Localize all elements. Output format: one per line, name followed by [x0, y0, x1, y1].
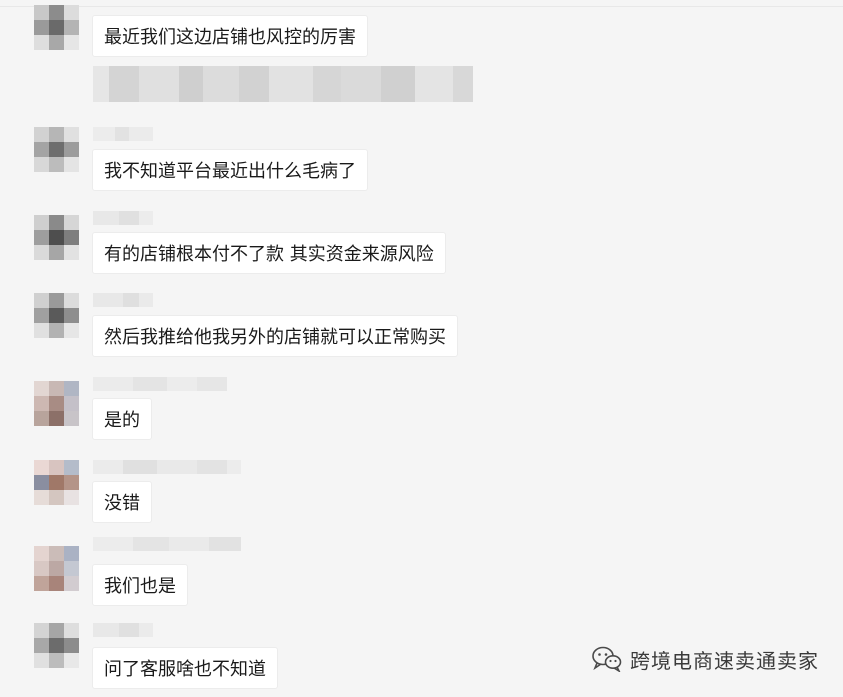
message-text: 是的 [104, 410, 140, 431]
message-bubble[interactable]: 我们也是 [92, 564, 188, 606]
sender-name [93, 623, 153, 637]
message-bubble[interactable]: 然后我推给他我另外的店铺就可以正常购买 [92, 315, 458, 357]
avatar[interactable] [34, 460, 79, 505]
sender-name [93, 377, 227, 391]
top-divider [0, 6, 843, 7]
message-text: 没错 [104, 493, 140, 514]
blurred-content [93, 66, 473, 102]
message-text: 最近我们这边店铺也风控的厉害 [104, 27, 356, 48]
wechat-icon [592, 646, 622, 672]
message-text: 有的店铺根本付不了款 其实资金来源风险 [104, 244, 434, 265]
message-bubble[interactable]: 有的店铺根本付不了款 其实资金来源风险 [92, 232, 446, 274]
message-text: 然后我推给他我另外的店铺就可以正常购买 [104, 327, 446, 348]
message-bubble[interactable]: 我不知道平台最近出什么毛病了 [92, 149, 368, 191]
message-bubble[interactable]: 没错 [92, 481, 152, 523]
avatar[interactable] [34, 293, 79, 338]
sender-name [93, 293, 153, 307]
watermark-text: 跨境电商速卖通卖家 [630, 648, 819, 673]
sender-name [93, 211, 153, 225]
message-bubble[interactable]: 是的 [92, 398, 152, 440]
message-text: 我们也是 [104, 576, 176, 597]
message-bubble[interactable]: 问了客服啥也不知道 [92, 647, 278, 689]
message-text: 问了客服啥也不知道 [104, 659, 266, 680]
message-text: 我不知道平台最近出什么毛病了 [104, 161, 356, 182]
avatar[interactable] [34, 5, 79, 50]
message-bubble[interactable]: 最近我们这边店铺也风控的厉害 [92, 15, 368, 57]
avatar[interactable] [34, 381, 79, 426]
avatar[interactable] [34, 623, 79, 668]
avatar[interactable] [34, 127, 79, 172]
watermark: 跨境电商速卖通卖家 [592, 644, 819, 674]
sender-name [93, 460, 241, 474]
avatar[interactable] [34, 546, 79, 591]
avatar[interactable] [34, 215, 79, 260]
sender-name [93, 127, 153, 141]
sender-name [93, 537, 241, 551]
